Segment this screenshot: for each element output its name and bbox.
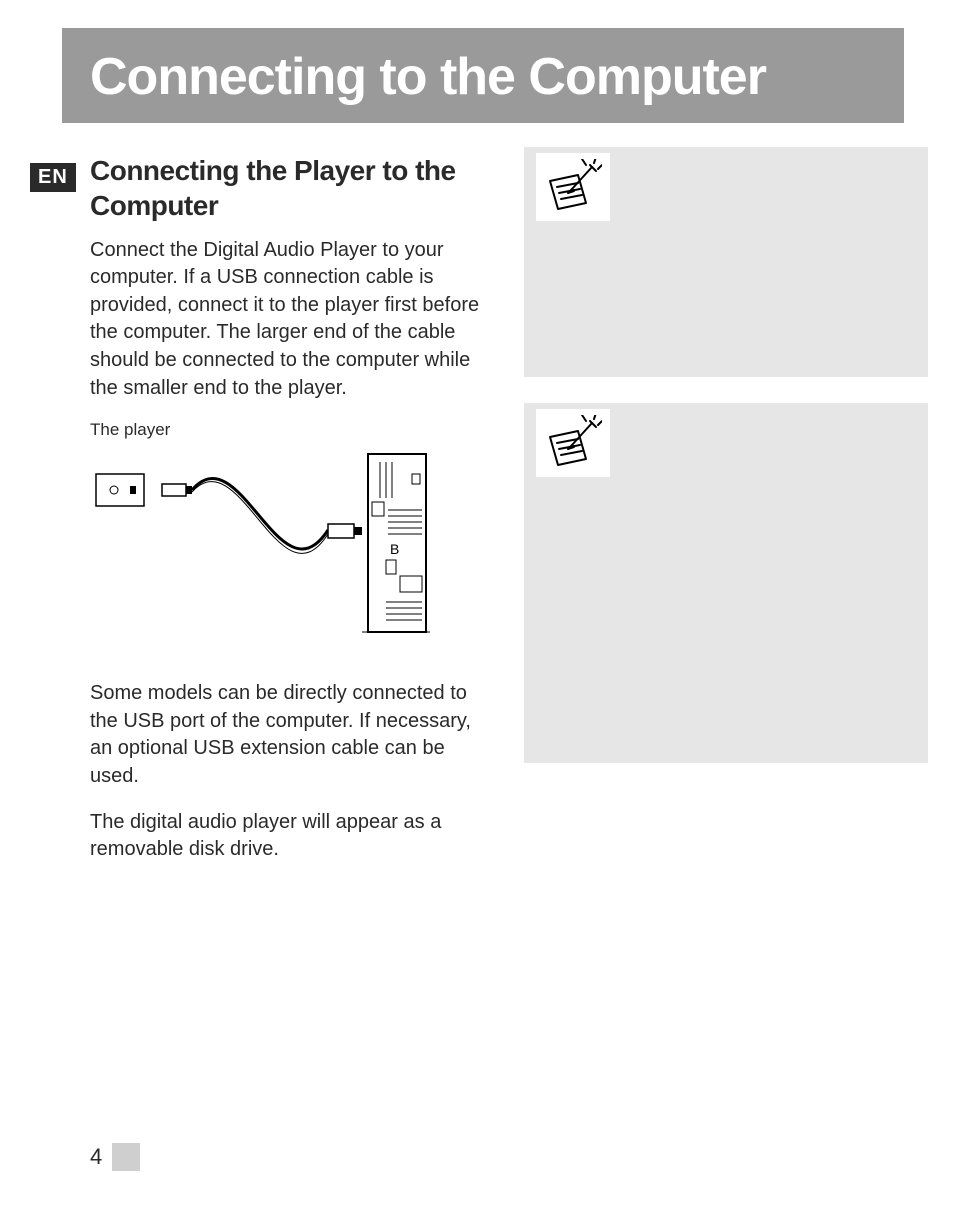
direct-connect-paragraph: Some models can be directly connected to…	[90, 680, 490, 790]
manual-page: Connecting to the Computer EN Connecting…	[0, 0, 954, 1215]
page-number: 4	[90, 1144, 102, 1170]
page-title-bar: Connecting to the Computer	[62, 28, 904, 123]
content-columns: Connecting the Player to the Computer Co…	[90, 147, 904, 882]
page-number-mark	[112, 1143, 140, 1171]
pencil-note-icon	[536, 409, 610, 477]
note-2-text	[542, 496, 910, 500]
left-column: Connecting the Player to the Computer Co…	[90, 147, 490, 882]
language-badge-text: EN	[38, 166, 68, 188]
right-column	[524, 147, 928, 882]
note-box-1	[524, 147, 928, 377]
pencil-note-icon	[536, 153, 610, 221]
svg-text:B: B	[390, 541, 399, 557]
removable-disk-paragraph: The digital audio player will appear as …	[90, 809, 490, 864]
page-footer: 4	[90, 1143, 140, 1171]
figure-label: The player	[90, 420, 490, 440]
language-badge: EN	[30, 163, 76, 192]
page-title: Connecting to the Computer	[90, 48, 766, 106]
intro-paragraph: Connect the Digital Audio Player to your…	[90, 237, 490, 403]
note-box-2	[524, 403, 928, 763]
section-heading: Connecting the Player to the Computer	[90, 153, 490, 223]
note-1-text	[542, 240, 910, 244]
connection-diagram: B	[90, 444, 430, 644]
